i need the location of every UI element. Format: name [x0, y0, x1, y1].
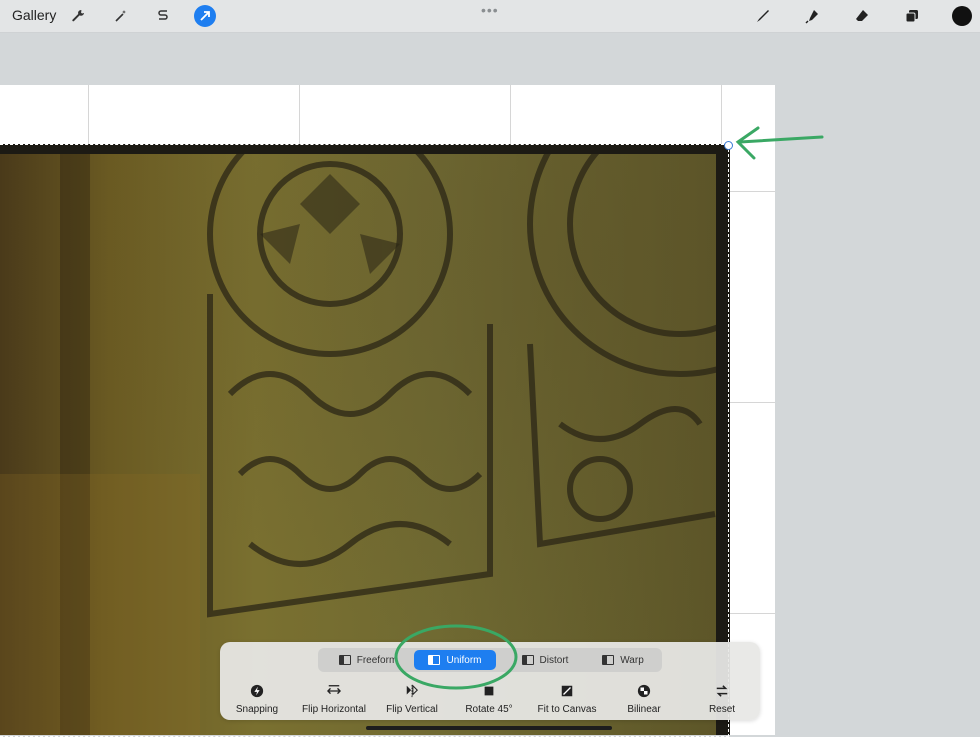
magic-wand-icon[interactable] — [110, 5, 132, 27]
reset-icon — [682, 684, 762, 702]
layers-icon[interactable] — [901, 5, 923, 27]
distort-icon — [521, 655, 534, 665]
wrench-icon[interactable] — [67, 5, 89, 27]
flip-horizontal-icon — [294, 684, 374, 702]
tool-label: Flip Vertical — [386, 704, 438, 715]
bilinear-icon — [604, 684, 684, 702]
gallery-button[interactable]: Gallery — [12, 7, 56, 23]
tool-label: Rotate 45° — [465, 704, 513, 715]
tool-label: Bilinear — [627, 704, 661, 715]
snapping-button[interactable]: Snapping — [217, 684, 297, 715]
reset-button[interactable]: Reset — [682, 684, 762, 715]
fit-canvas-icon — [527, 684, 607, 702]
tool-label: Snapping — [235, 704, 279, 715]
brush-icon[interactable] — [751, 5, 773, 27]
selection-s-icon[interactable] — [152, 5, 174, 27]
freeform-icon — [338, 655, 351, 665]
warp-icon — [602, 655, 615, 665]
tool-label: Flip Horizontal — [302, 704, 366, 715]
color-swatch[interactable] — [952, 6, 972, 26]
flip-horizontal-button[interactable]: Flip Horizontal — [294, 684, 374, 715]
tool-label: Fit to Canvas — [537, 704, 597, 715]
transform-arrow-icon[interactable] — [194, 5, 216, 27]
bilinear-button[interactable]: Bilinear — [604, 684, 684, 715]
annotation-arrow-icon — [735, 126, 824, 160]
home-indicator[interactable] — [366, 726, 612, 730]
mode-warp[interactable]: Warp — [590, 648, 656, 672]
smudge-icon[interactable] — [801, 5, 823, 27]
mode-label: Distort — [539, 654, 569, 666]
annotation-circle-icon — [394, 624, 518, 690]
top-toolbar: Gallery ••• — [0, 0, 980, 33]
eraser-icon[interactable] — [851, 5, 873, 27]
fit-to-canvas-button[interactable]: Fit to Canvas — [527, 684, 607, 715]
lightning-icon — [217, 684, 297, 702]
tool-label: Reset — [708, 704, 736, 715]
mode-label: Warp — [620, 654, 644, 666]
drag-handle-dots[interactable]: ••• — [481, 2, 499, 18]
